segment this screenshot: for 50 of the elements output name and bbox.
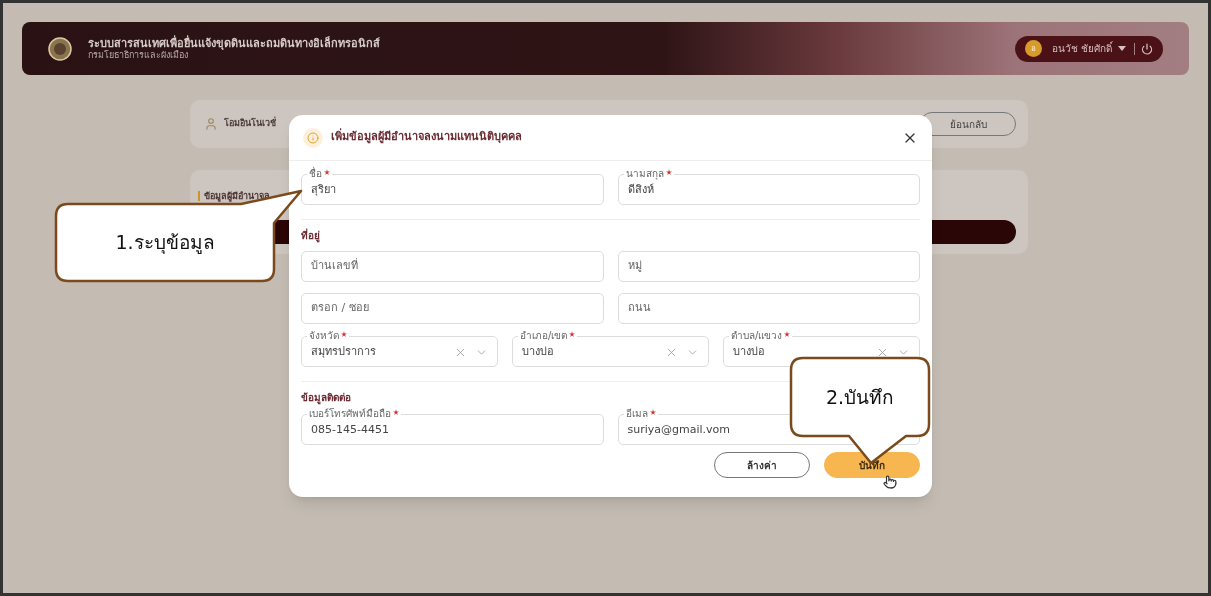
form-field[interactable]: ตรอก / ซอย [301, 293, 604, 324]
save-button[interactable]: บันทึก [824, 452, 920, 478]
user-name: อนวัช ชัยศักดิ์ [1051, 41, 1112, 56]
app-subtitle: กรมโยธาธิการและผังเมือง [88, 49, 188, 61]
select-field[interactable]: อำเภอ/เขต บางบ่อ [512, 331, 709, 367]
form-field[interactable]: หมู่ [617, 251, 920, 282]
input-field[interactable]: บางบ่อ [522, 344, 665, 361]
required-icon [324, 169, 330, 175]
form-field[interactable]: ถนน [617, 293, 920, 324]
input-field[interactable]: 085-145-4451 [311, 422, 594, 439]
section-heading: ข้อมูลติดต่อ [301, 391, 351, 405]
field-label: เบอร์โทรศัพท์มือถือ [307, 409, 401, 419]
form-field[interactable]: บ้านเลขที่ [301, 251, 604, 282]
user-avatar: อ [1024, 40, 1042, 57]
user-icon [204, 117, 218, 131]
input-field[interactable]: ดีสิงห์ [627, 182, 910, 199]
form-field[interactable]: นามสกุล ดีสิงห์ [617, 169, 920, 205]
field-label: นามสกุล [623, 169, 674, 179]
clear-button[interactable]: ล้างค่า [714, 452, 810, 478]
form-field[interactable]: เบอร์โทรศัพท์มือถือ 085-145-4451 [301, 409, 604, 445]
required-icon [665, 169, 672, 175]
caret-icon [1118, 46, 1126, 51]
company-name: โอมอินโนเวชั่ [224, 117, 276, 131]
input-field[interactable]: หมู่ [627, 258, 910, 275]
user-menu[interactable]: อ อนวัช ชัยศักดิ์ [1014, 35, 1163, 62]
required-icon [393, 409, 399, 415]
app-title: ระบบสารสนเทศเพื่อยื่นแจ้งขุดดินและถมดินทางอิเล็กทรอนิกส์ [88, 36, 380, 50]
hand-cursor-icon [883, 475, 897, 489]
field-label: อีเมล [623, 409, 658, 419]
power-icon[interactable] [1141, 42, 1153, 55]
input-field[interactable]: suriya@gmail.vom [627, 422, 910, 439]
dialog-title: เพิ่มข้อมูลผู้มีอำนาจลงนามแทนนิติบุคคล [331, 129, 522, 146]
emblem-logo [48, 36, 72, 61]
required-icon [341, 331, 347, 337]
select-field[interactable]: จังหวัด สมุทรปราการ [301, 331, 498, 367]
input-field[interactable]: สมุทรปราการ [311, 344, 454, 361]
input-field[interactable]: บางบ่อ [733, 344, 876, 361]
required-icon [784, 331, 791, 337]
section-heading: ที่อยู่ [301, 228, 320, 243]
info-icon [303, 127, 323, 148]
field-label: จังหวัด [307, 331, 349, 341]
field-label: ตำบล/แขวง [729, 331, 793, 341]
input-field[interactable]: ถนน [627, 300, 910, 317]
input-field[interactable]: บ้านเลขที่ [311, 258, 594, 275]
clear-icon[interactable] [876, 346, 889, 359]
field-label: อำเภอ/เขต [518, 331, 578, 341]
required-icon [649, 409, 656, 415]
required-icon [569, 331, 576, 337]
input-field[interactable]: สุริยา [311, 182, 594, 199]
input-field[interactable]: ตรอก / ซอย [311, 300, 594, 317]
